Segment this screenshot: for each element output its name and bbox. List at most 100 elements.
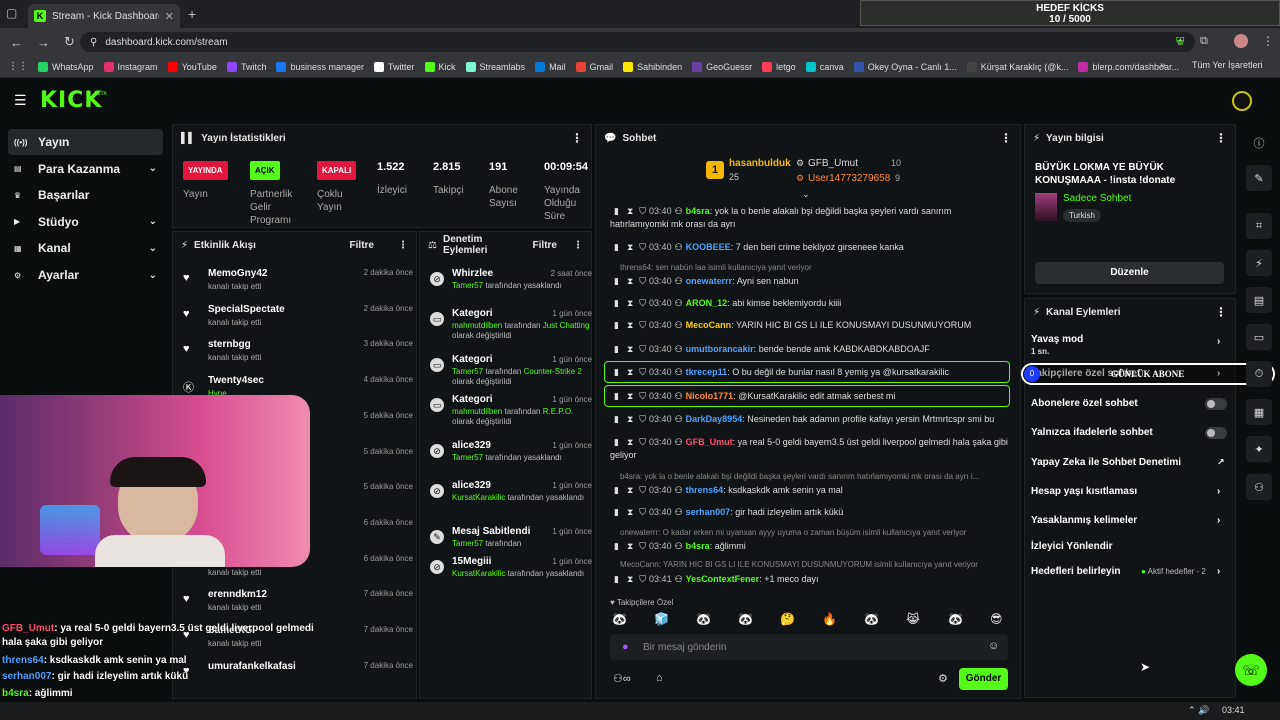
ban-shield-icon[interactable]: ⛉ bbox=[639, 344, 646, 354]
chat-icon[interactable]: ▭ bbox=[1246, 324, 1272, 350]
bookmark-item[interactable]: Gmail bbox=[575, 61, 613, 72]
pin-message-icon[interactable]: ▮ bbox=[614, 320, 619, 330]
timeout-icon[interactable]: ⧗ bbox=[627, 541, 633, 551]
timeout-icon[interactable]: ⧗ bbox=[627, 320, 633, 330]
emote-icon[interactable]: 🐼 bbox=[696, 612, 711, 626]
info-menu-icon[interactable]: ⋮ bbox=[1215, 131, 1227, 145]
chat-settings-icon[interactable]: ⚙ bbox=[938, 672, 948, 685]
ban-shield-icon[interactable]: ⛉ bbox=[639, 242, 646, 252]
emote-icon[interactable]: 😹 bbox=[906, 612, 920, 626]
emote-icon[interactable]: 🐼 bbox=[864, 612, 879, 626]
top-gifter-3-name[interactable]: User14773279658 bbox=[808, 173, 890, 184]
emote-icon[interactable]: 😎 bbox=[990, 612, 1003, 626]
users-icon[interactable]: ⚇ bbox=[1246, 474, 1272, 500]
browser-menu-icon[interactable]: ⋮ bbox=[1262, 34, 1274, 48]
user-avatar[interactable] bbox=[1232, 91, 1252, 111]
collapse-chevron-icon[interactable]: ⌄ bbox=[802, 189, 810, 200]
pin-message-icon[interactable]: ▮ bbox=[614, 344, 619, 354]
bookmark-item[interactable]: Mail bbox=[535, 61, 566, 72]
more-bookmarks-icon[interactable]: » bbox=[1160, 60, 1166, 71]
ban-shield-icon[interactable]: ⛉ bbox=[639, 206, 646, 216]
chat-tools-icon[interactable]: ⚇∞ bbox=[613, 672, 631, 685]
edit-button[interactable]: Düzenle bbox=[1035, 262, 1224, 284]
ban-shield-icon[interactable]: ⛉ bbox=[639, 507, 646, 517]
timer-icon[interactable]: ⏱ bbox=[1246, 361, 1272, 387]
tab-search-icon[interactable]: ▢ bbox=[6, 6, 17, 20]
timeout-icon[interactable]: ⧗ bbox=[627, 437, 633, 447]
hamburger-menu-icon[interactable]: ☰ bbox=[14, 92, 27, 109]
ban-shield-icon[interactable]: ⛉ bbox=[639, 437, 646, 447]
timeout-icon[interactable]: ⧗ bbox=[627, 206, 633, 216]
ban-shield-icon[interactable]: ⛉ bbox=[639, 276, 646, 286]
emote-icon[interactable]: 🐼 bbox=[612, 612, 627, 626]
slow-mode-row[interactable]: Yavaş mod 1 sn. › bbox=[1031, 334, 1229, 356]
chat-username[interactable]: ARON_12 bbox=[686, 298, 728, 308]
store-icon[interactable]: ⌂ bbox=[656, 672, 663, 684]
emote-only-toggle[interactable] bbox=[1205, 427, 1227, 439]
pin-message-icon[interactable]: ▮ bbox=[614, 276, 619, 286]
pin-message-icon[interactable]: ▮ bbox=[614, 485, 619, 495]
emote-icon[interactable]: 🐼 bbox=[948, 612, 963, 626]
extensions-icon[interactable]: ⧉ bbox=[1200, 35, 1208, 48]
lightning-icon[interactable]: ⚡ bbox=[1246, 250, 1272, 276]
back-icon[interactable]: ← bbox=[10, 35, 23, 50]
chat-username[interactable]: MecoCann bbox=[686, 320, 732, 330]
bookmark-item[interactable]: Instagram bbox=[103, 61, 158, 72]
chat-username[interactable]: serhan007 bbox=[686, 507, 731, 517]
category-name[interactable]: Sadece Sohbet bbox=[1063, 193, 1131, 204]
chat-input[interactable]: ● Bir mesaj gönderin ☺ bbox=[610, 634, 1008, 660]
chat-username[interactable]: umutborancakir bbox=[686, 344, 754, 354]
pin-message-icon[interactable]: ▮ bbox=[614, 574, 619, 584]
timeout-icon[interactable]: ⧗ bbox=[627, 298, 633, 308]
profile-avatar[interactable] bbox=[1234, 34, 1248, 48]
apps-grid-icon[interactable]: ⋮⋮ bbox=[8, 61, 28, 72]
support-chat-button[interactable]: ☏ bbox=[1235, 654, 1267, 686]
ban-shield-icon[interactable]: ⛉ bbox=[639, 485, 646, 495]
timeout-icon[interactable]: ⧗ bbox=[627, 485, 633, 495]
pin-message-icon[interactable]: ▮ bbox=[614, 206, 619, 216]
sidebar-item-yayın[interactable]: ((•)) Yayın bbox=[8, 129, 163, 155]
sidebar-item-kanal[interactable]: ▦ Kanal ⌄ bbox=[8, 235, 163, 261]
sidebar-item-para-kazanma[interactable]: ▤ Para Kazanma ⌄ bbox=[8, 156, 163, 182]
emote-icon[interactable]: 🧊 bbox=[654, 612, 669, 626]
bookmark-item[interactable]: business manager bbox=[276, 61, 364, 72]
chat-username[interactable]: YesContextFener bbox=[686, 574, 760, 584]
clipboard-icon[interactable]: ▤ bbox=[1246, 287, 1272, 313]
bookmark-item[interactable]: canva bbox=[805, 61, 844, 72]
bookmark-item[interactable]: Kürşat Karaklıç (@k... bbox=[966, 61, 1068, 72]
bookmark-item[interactable]: Twitch bbox=[226, 61, 266, 72]
bookmark-item[interactable]: Sahibinden bbox=[623, 61, 682, 72]
top-gifter-2-name[interactable]: GFB_Umut bbox=[808, 158, 858, 169]
pin-message-icon[interactable]: ▮ bbox=[614, 437, 619, 447]
site-info-icon[interactable]: ⚲ bbox=[90, 37, 97, 48]
library-icon[interactable]: ▦ bbox=[1246, 399, 1272, 425]
redirect-row[interactable]: İzleyici Yönlendir bbox=[1031, 541, 1229, 552]
timeout-icon[interactable]: ⧗ bbox=[627, 507, 633, 517]
pin-message-icon[interactable]: ▮ bbox=[614, 242, 619, 252]
pin-message-icon[interactable]: ▮ bbox=[614, 298, 619, 308]
bookmark-item[interactable]: letgo bbox=[762, 61, 796, 72]
stats-menu-icon[interactable]: ⋮ bbox=[571, 131, 583, 145]
emote-icon[interactable]: 🔥 bbox=[822, 612, 837, 626]
bookmark-item[interactable]: WhatsApp bbox=[38, 61, 94, 72]
send-button[interactable]: Gönder bbox=[959, 668, 1008, 690]
close-tab-icon[interactable]: ✕ bbox=[165, 10, 174, 23]
sidebar-item-ayarlar[interactable]: ⚙ Ayarlar ⌄ bbox=[8, 262, 163, 288]
emoji-picker-icon[interactable]: ☺ bbox=[988, 640, 999, 652]
activity-filter-button[interactable]: Filtre bbox=[350, 240, 374, 251]
activity-menu-icon[interactable]: ⋮ bbox=[398, 240, 408, 251]
bookmark-item[interactable]: Twitter bbox=[374, 61, 415, 72]
crop-icon[interactable]: ⌗ bbox=[1246, 213, 1272, 239]
bookmark-item[interactable]: YouTube bbox=[167, 61, 217, 72]
bookmark-item[interactable]: Streamlabs bbox=[465, 61, 525, 72]
chat-username[interactable]: onewaterrr bbox=[686, 276, 733, 286]
pin-message-icon[interactable]: ▮ bbox=[614, 541, 619, 551]
chat-username[interactable]: threns64 bbox=[686, 485, 724, 495]
ban-shield-icon[interactable]: ⛉ bbox=[639, 320, 646, 330]
forward-icon[interactable]: → bbox=[37, 35, 50, 50]
top-gifter-1-name[interactable]: hasanbulduk bbox=[729, 158, 791, 169]
sub-only-toggle[interactable] bbox=[1205, 398, 1227, 410]
emote-icon[interactable]: 🐼 bbox=[738, 612, 753, 626]
chat-username[interactable]: GFB_Umut bbox=[686, 437, 733, 447]
new-tab-icon[interactable]: + bbox=[188, 6, 196, 22]
